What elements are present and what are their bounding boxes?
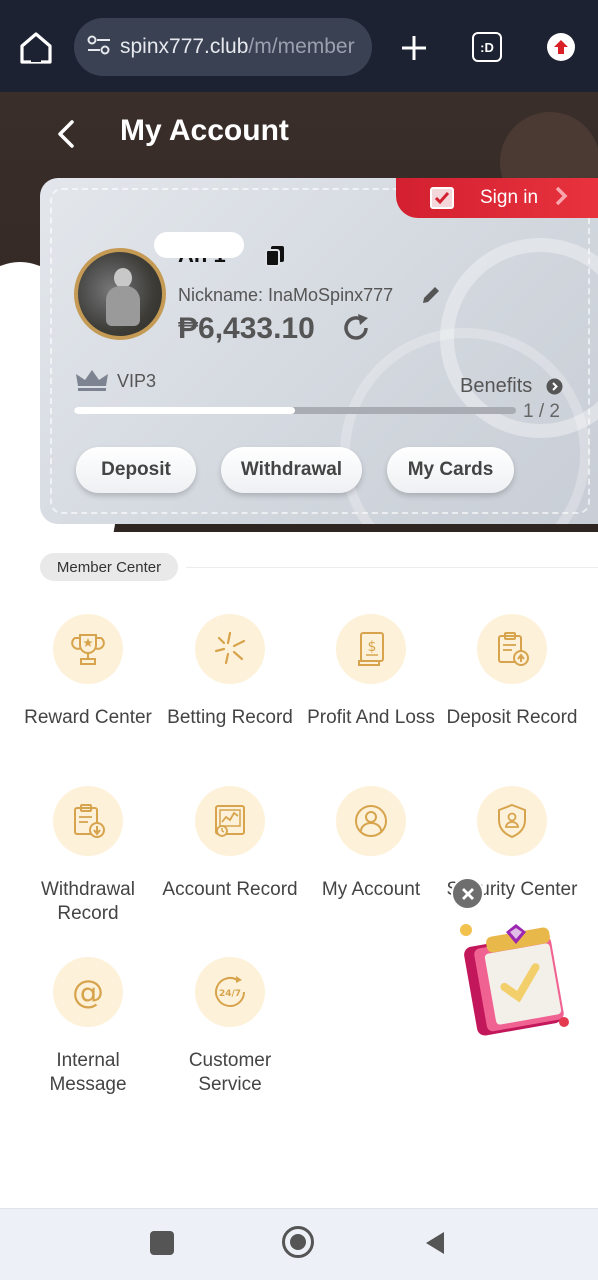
checkbox-icon	[430, 187, 454, 209]
address-bar[interactable]: spinx777.club/m/member	[74, 18, 372, 76]
user-circle-icon	[336, 786, 406, 856]
svg-text:$: $	[368, 639, 377, 655]
menu-deposit-record[interactable]: Deposit Record	[441, 614, 583, 730]
redaction-mask	[154, 232, 244, 258]
menu-label: Deposit Record	[446, 707, 578, 728]
crown-icon	[74, 368, 110, 392]
ledger-chart-icon	[195, 786, 265, 856]
tab-switcher-button[interactable]: :D	[472, 32, 502, 62]
sign-in-promo-icon[interactable]	[456, 918, 578, 1038]
url-text: spinx777.club/m/member	[120, 35, 355, 59]
svg-text:@: @	[72, 973, 104, 1011]
vip-level: VIP3	[117, 371, 157, 391]
site-settings-icon[interactable]	[86, 34, 112, 61]
my-cards-button[interactable]: My Cards	[387, 447, 514, 493]
chevron-circle-right-icon[interactable]	[546, 378, 563, 395]
divider	[186, 567, 598, 568]
deposit-button[interactable]: Deposit	[76, 447, 196, 493]
sign-in-button[interactable]: Sign in	[396, 178, 598, 218]
page-title: My Account	[120, 114, 289, 147]
menu-label: My Account	[321, 879, 421, 900]
menu-account-record[interactable]: Account Record	[159, 786, 301, 902]
menu-label: Betting Record	[167, 707, 293, 728]
menu-label: Customer Service	[188, 1050, 272, 1095]
clipboard-download-icon	[53, 786, 123, 856]
clipboard-upload-icon	[477, 614, 547, 684]
url-host: spinx777.club	[120, 35, 249, 58]
shield-user-icon	[477, 786, 547, 856]
member-center-title: Member Center	[40, 553, 178, 581]
avatar[interactable]	[74, 248, 166, 340]
url-path: /m/member	[248, 35, 355, 58]
svg-text:24/7: 24/7	[219, 989, 241, 999]
sign-in-label: Sign in	[480, 187, 539, 208]
menu-label: Withdrawal Record	[41, 879, 135, 924]
support-24-7-icon: 24/7	[195, 957, 265, 1027]
trophy-icon	[53, 614, 123, 684]
back-arrow-icon[interactable]	[48, 112, 84, 156]
update-arrow-icon[interactable]	[547, 33, 575, 61]
nickname-text: Nickname: InaMoSpinx777	[178, 285, 394, 305]
close-promo-icon[interactable]	[451, 877, 484, 910]
menu-reward-center[interactable]: Reward Center	[17, 614, 159, 730]
balance-amount: ₱6,433.10	[178, 312, 315, 345]
vip-progress-bar	[74, 407, 516, 414]
menu-label: Reward Center	[24, 707, 152, 728]
vip-progress-text: 1 / 2	[523, 401, 560, 422]
system-home-icon[interactable]	[282, 1226, 314, 1258]
menu-label: Internal Message	[49, 1050, 127, 1095]
menu-label: Account Record	[162, 879, 298, 900]
chevron-right-icon	[554, 185, 568, 212]
menu-withdrawal-record[interactable]: Withdrawal Record	[17, 786, 159, 926]
new-tab-icon[interactable]	[394, 28, 434, 68]
recent-apps-icon[interactable]	[150, 1231, 174, 1255]
vip-progress-fill	[74, 407, 295, 414]
pencil-edit-icon[interactable]	[420, 284, 442, 306]
system-back-icon[interactable]	[424, 1230, 446, 1256]
menu-label: Profit And Loss	[307, 707, 435, 728]
browser-home-icon[interactable]	[14, 28, 58, 68]
menu-my-account[interactable]: My Account	[300, 786, 442, 902]
menu-profit-and-loss[interactable]: $ Profit And Loss	[300, 614, 442, 730]
browser-toolbar: spinx777.club/m/member :D	[0, 0, 598, 92]
benefits-link[interactable]: Benefits	[460, 375, 532, 398]
menu-betting-record[interactable]: Betting Record	[159, 614, 301, 730]
receipt-dollar-icon: $	[336, 614, 406, 684]
menu-customer-service[interactable]: 24/7 Customer Service	[159, 957, 301, 1097]
at-sign-icon: @	[53, 957, 123, 1027]
betting-star-icon	[195, 614, 265, 684]
copy-icon[interactable]	[264, 244, 286, 268]
withdrawal-button[interactable]: Withdrawal	[221, 447, 362, 493]
refresh-icon[interactable]	[340, 312, 372, 344]
menu-internal-message[interactable]: @ Internal Message	[17, 957, 159, 1097]
